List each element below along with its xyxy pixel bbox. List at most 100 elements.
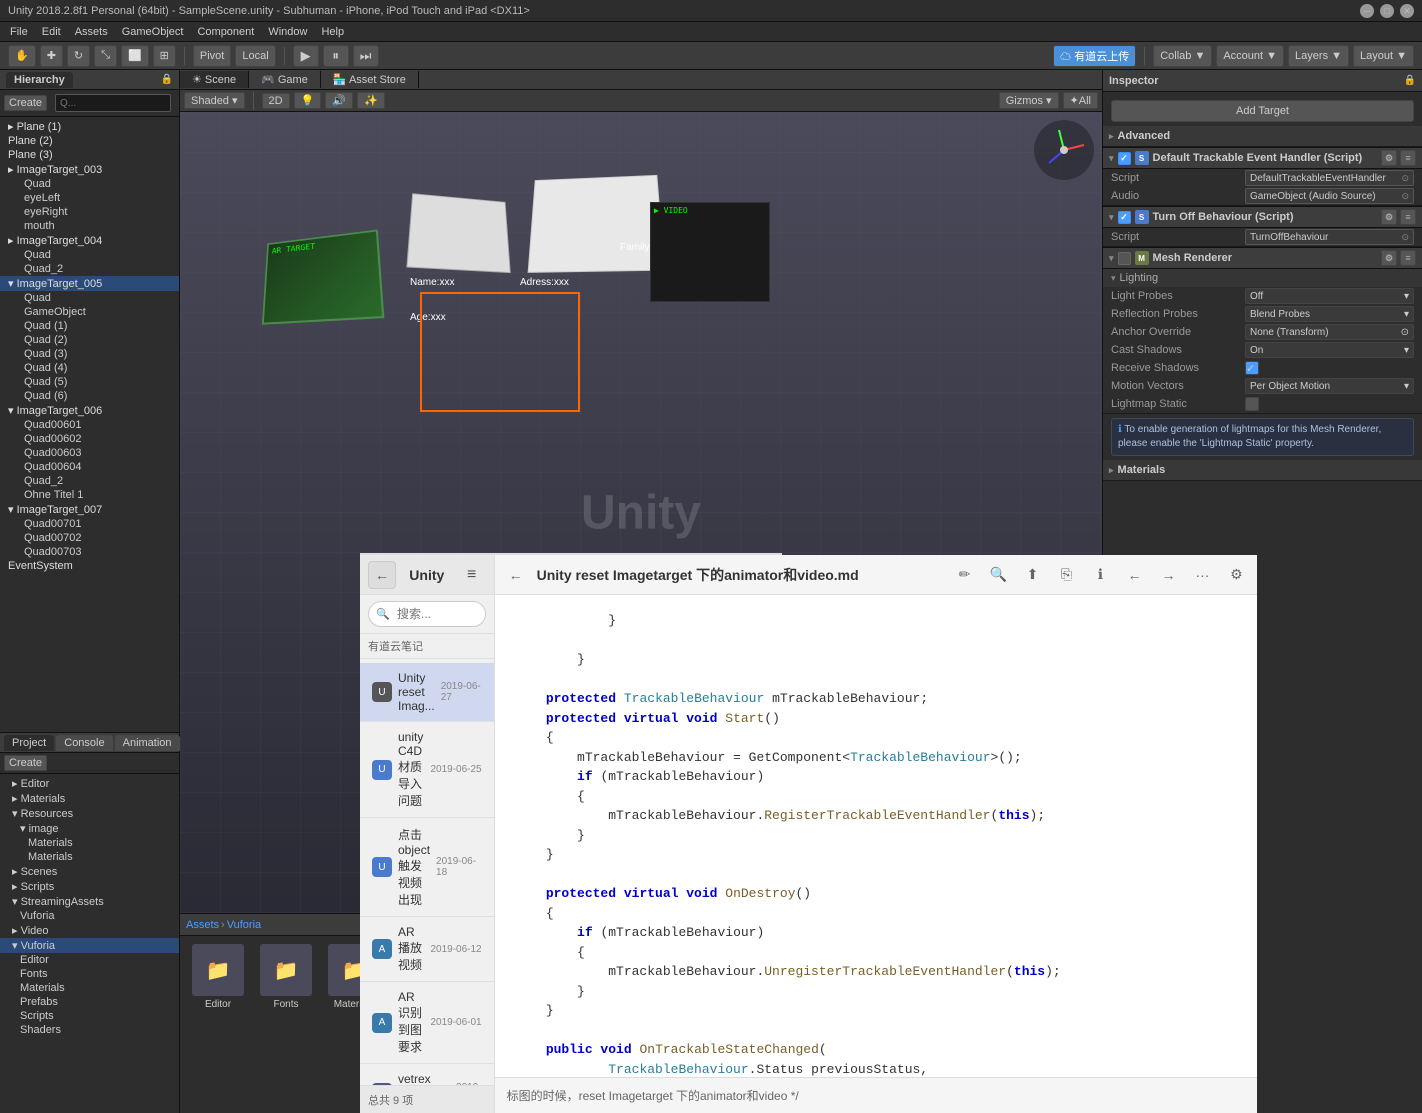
note-item-3[interactable]: U 点击object触发视频出现 2019-06-18 <box>360 818 494 917</box>
project-create-button[interactable]: Create <box>4 755 47 771</box>
list-item[interactable]: Quad_2 <box>0 262 179 276</box>
component-gear-2[interactable]: ⚙ <box>1381 209 1397 225</box>
materials-section-header[interactable]: ▸ Materials <box>1103 460 1422 480</box>
list-item[interactable]: Quad (3) <box>0 347 179 361</box>
pivot-button[interactable]: Pivot <box>193 45 231 67</box>
markdown-prev-button[interactable]: ← <box>1121 562 1147 588</box>
asset-store-tab[interactable]: 🏪 Asset Store <box>321 71 419 88</box>
list-item[interactable]: Quad00703 <box>0 545 179 559</box>
menu-gameobject[interactable]: GameObject <box>116 24 190 40</box>
list-item[interactable]: ▾ ImageTarget_006 <box>0 403 179 418</box>
note-item-2[interactable]: U unity C4D 材质导入问题 2019-06-25 <box>360 722 494 818</box>
list-item[interactable]: Quad (2) <box>0 333 179 347</box>
project-tab[interactable]: Project <box>4 735 54 751</box>
close-button[interactable]: ✕ <box>1400 4 1414 18</box>
local-button[interactable]: Local <box>235 45 275 67</box>
menu-edit[interactable]: Edit <box>36 24 67 40</box>
list-item[interactable]: ▾ Resources <box>0 806 179 821</box>
markdown-content[interactable]: } } protected TrackableBehaviour mTracka… <box>495 595 1258 1077</box>
note-item-6[interactable]: V vetrex animation import 2019-05-17 <box>360 1064 494 1085</box>
audio-button[interactable]: 🔊 <box>325 92 353 109</box>
list-item[interactable]: ▸ Materials <box>0 791 179 806</box>
list-item[interactable]: ▾ StreamingAssets <box>0 894 179 909</box>
transform-tool[interactable]: ⊞ <box>153 45 176 67</box>
list-item[interactable]: Scripts <box>0 1009 179 1023</box>
lights-button[interactable]: 💡 <box>294 92 322 109</box>
markdown-copy-button[interactable]: ⎘ <box>1053 562 1079 588</box>
list-item[interactable]: Ohne Titel 1 <box>0 488 179 502</box>
menu-component[interactable]: Component <box>191 24 260 40</box>
collab-button[interactable]: Collab ▼ <box>1153 45 1212 67</box>
list-item[interactable]: Shaders <box>0 1023 179 1037</box>
asset-editor[interactable]: 📁 Editor <box>188 944 248 1105</box>
list-item[interactable]: Materials <box>0 836 179 850</box>
hierarchy-tab[interactable]: Hierarchy <box>6 72 73 88</box>
step-button[interactable]: ⏭ <box>353 45 379 67</box>
notes-menu-button[interactable]: ≡ <box>458 561 486 589</box>
maximize-button[interactable]: □ <box>1380 4 1394 18</box>
menu-help[interactable]: Help <box>315 24 350 40</box>
note-item-4[interactable]: A AR 播放视频 2019-06-12 <box>360 917 494 982</box>
list-item[interactable]: ▸ Scripts <box>0 879 179 894</box>
scene-gizmo[interactable] <box>1034 120 1094 180</box>
list-item[interactable]: Quad00603 <box>0 446 179 460</box>
value-audio[interactable]: GameObject (Audio Source) ⊙ <box>1245 188 1414 204</box>
inspector-lock[interactable]: 🔒 <box>1404 75 1416 86</box>
list-item[interactable]: eyeRight <box>0 205 179 219</box>
list-item[interactable]: ▾ ImageTarget_005 <box>0 276 179 291</box>
markdown-settings-button[interactable]: ⚙ <box>1223 562 1249 588</box>
console-tab[interactable]: Console <box>56 735 112 751</box>
value-script-2[interactable]: TurnOffBehaviour ⊙ <box>1245 229 1414 245</box>
play-button[interactable]: ▶ <box>293 45 319 67</box>
list-item[interactable]: GameObject <box>0 305 179 319</box>
cloud-button[interactable]: ☁ 有道云上传 <box>1053 45 1136 67</box>
list-item[interactable]: Materials <box>0 850 179 864</box>
value-lightmap-static[interactable] <box>1245 397 1259 411</box>
list-item[interactable]: Editor <box>0 953 179 967</box>
gizmos-button[interactable]: Gizmos ▾ <box>999 92 1059 109</box>
2d-button[interactable]: 2D <box>262 93 290 109</box>
component-enabled-1[interactable]: ✓ <box>1118 152 1131 165</box>
component-menu-1[interactable]: ≡ <box>1400 150 1416 166</box>
component-gear-1[interactable]: ⚙ <box>1381 150 1397 166</box>
advanced-section-header[interactable]: ▸ Advanced <box>1103 126 1422 146</box>
markdown-share-button[interactable]: ⬆ <box>1019 562 1045 588</box>
layers-button[interactable]: Layers ▼ <box>1288 45 1349 67</box>
hierarchy-lock[interactable]: 🔒 <box>161 74 173 85</box>
note-item-1[interactable]: U Unity reset Imag... 2019-06-27 <box>360 663 494 722</box>
rect-tool[interactable]: ⬜ <box>121 45 149 67</box>
list-item[interactable]: ▾ image <box>0 821 179 836</box>
list-item[interactable]: ▸ Editor <box>0 776 179 791</box>
component-header-2[interactable]: ▾ ✓ S Turn Off Behaviour (Script) ⚙ ≡ <box>1103 206 1422 228</box>
list-item[interactable]: EventSystem <box>0 559 179 573</box>
game-tab[interactable]: 🎮 Game <box>249 71 321 88</box>
animation-tab[interactable]: Animation <box>115 735 180 751</box>
list-item[interactable]: mouth <box>0 219 179 233</box>
list-item[interactable]: ▾ Vuforia <box>0 938 179 953</box>
list-item[interactable]: ▸ Video <box>0 923 179 938</box>
minimize-button[interactable]: ─ <box>1360 4 1374 18</box>
value-receive-shadows[interactable]: ✓ <box>1245 361 1259 375</box>
hierarchy-search[interactable] <box>55 94 171 112</box>
list-item[interactable]: Quad00602 <box>0 432 179 446</box>
hand-tool[interactable]: ✋ <box>8 45 36 67</box>
menu-file[interactable]: File <box>4 24 34 40</box>
component-header-3[interactable]: ▾ M Mesh Renderer ⚙ ≡ <box>1103 247 1422 269</box>
component-enabled-2[interactable]: ✓ <box>1118 211 1131 224</box>
list-item[interactable]: Materials <box>0 981 179 995</box>
menu-assets[interactable]: Assets <box>69 24 114 40</box>
list-item[interactable]: Quad00701 <box>0 517 179 531</box>
markdown-next-button[interactable]: → <box>1155 562 1181 588</box>
fx-button[interactable]: ✨ <box>357 92 385 109</box>
rotate-tool[interactable]: ↻ <box>67 45 90 67</box>
list-item[interactable]: Plane (2) <box>0 134 179 148</box>
value-light-probes[interactable]: Off▾ <box>1245 288 1414 304</box>
markdown-edit-button[interactable]: ✏ <box>951 562 977 588</box>
list-item[interactable]: Quad (4) <box>0 361 179 375</box>
notes-back-button[interactable]: ← <box>368 561 396 589</box>
markdown-search-button[interactable]: 🔍 <box>985 562 1011 588</box>
list-item[interactable]: Quad00702 <box>0 531 179 545</box>
value-script-1[interactable]: DefaultTrackableEventHandler ⊙ <box>1245 170 1414 186</box>
markdown-back-button[interactable]: ← <box>503 562 529 588</box>
list-item[interactable]: Vuforia <box>0 909 179 923</box>
